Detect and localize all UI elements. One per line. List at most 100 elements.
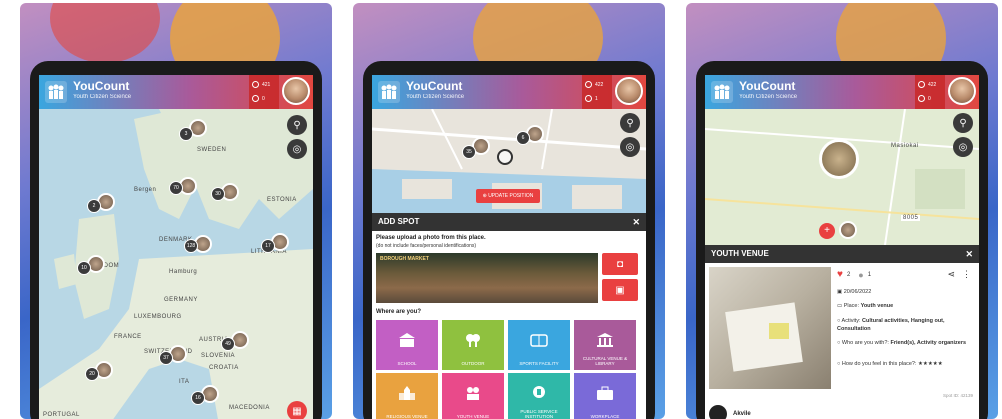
spot-id: Spot ID: 42139 <box>942 393 973 398</box>
close-icon[interactable]: ✕ <box>632 213 640 231</box>
public-service-icon <box>533 386 545 398</box>
binoculars-icon: ⚲ <box>626 117 634 129</box>
image-icon: ▣ <box>615 284 625 296</box>
where-prompt: Where are you? <box>376 309 422 315</box>
briefcase-icon <box>597 386 613 400</box>
binoculars-button[interactable]: ⚲ <box>620 113 640 133</box>
category-sports-facility[interactable]: SPORTS FACILITY <box>508 320 570 370</box>
notification-count: 0 <box>262 95 265 102</box>
nearby-spot-marker[interactable] <box>839 221 857 239</box>
rating-stars: ★★★★★ <box>918 361 943 367</box>
current-position-marker <box>497 149 513 165</box>
app-subtitle: Youth Citizen Science <box>73 94 132 100</box>
people-icon <box>467 387 479 400</box>
add-spot-button[interactable]: ▦ <box>287 401 307 419</box>
comment-icon[interactable]: ● <box>858 270 863 280</box>
app-title: YouCount <box>406 79 463 93</box>
binoculars-button[interactable]: ⚲ <box>287 115 307 135</box>
comment-count: 1 <box>867 271 872 278</box>
user-avatar[interactable] <box>948 77 976 105</box>
app-title: YouCount <box>73 79 130 93</box>
heart-icon[interactable]: ♥ <box>837 269 843 280</box>
spot-activity: ○ Activity: Cultural activities, Hanging… <box>837 318 945 332</box>
europe-map[interactable]: SWEDEN ESTONIA Bergen DENMARK LITHUANIA … <box>39 109 313 419</box>
spot-place: ▭ Place: Youth venue <box>837 303 894 309</box>
category-outdoor[interactable]: OUTDOOR <box>442 320 504 370</box>
screenshot-map-overview: YouCount Youth Citizen Science 421 0 SWE… <box>20 3 332 419</box>
user-stats[interactable]: 422 0 <box>915 75 945 109</box>
category-public-service[interactable]: PUBLIC SERVICE INSTITUTION <box>508 373 570 419</box>
stadium-icon <box>530 334 548 347</box>
map-label: SLOVENIA <box>201 353 236 359</box>
rural-map[interactable]: Masiokai 8005 ⚲ ◎ + <box>705 109 979 245</box>
tablet-frame: YouCount Youth Citizen Science 422 0 Mas… <box>696 61 988 419</box>
crosshair-icon: ◎ <box>958 141 968 153</box>
category-cultural-venue[interactable]: CULTURAL VENUE & LIBRARY <box>574 320 636 370</box>
app-header: YouCount Youth Citizen Science 422 0 <box>705 75 979 109</box>
more-menu-icon[interactable]: ⋮ <box>962 269 971 280</box>
crosshair-icon: ◎ <box>625 141 635 153</box>
points-icon <box>585 81 592 88</box>
app-subtitle: Youth Citizen Science <box>406 94 465 100</box>
grid-icon: ▦ <box>292 405 302 417</box>
category-workplace[interactable]: WORKPLACE <box>574 373 636 419</box>
app-header: YouCount Youth Citizen Science 421 0 <box>39 75 313 109</box>
update-position-button[interactable]: ⊕ UPDATE POSITION <box>476 189 540 203</box>
author-name[interactable]: Akvile <box>733 411 751 417</box>
upload-prompt: Please upload a photo from this place. <box>376 235 486 241</box>
points-icon <box>252 81 259 88</box>
app-screen: YouCount Youth Citizen Science 422 1 35 … <box>372 75 646 419</box>
folder-icon: ▭ <box>837 303 844 309</box>
add-button[interactable]: + <box>819 223 835 239</box>
app-screen: YouCount Youth Citizen Science 422 0 Mas… <box>705 75 979 419</box>
locate-button[interactable]: ◎ <box>287 139 307 159</box>
bell-icon <box>918 95 925 102</box>
city-map[interactable]: 35 6 ⚲ ◎ ⊕ UPDATE POSITION <box>372 109 646 213</box>
camera-button[interactable]: ◘ <box>602 253 638 275</box>
binoculars-icon: ⚲ <box>293 119 301 131</box>
category-religious-venue[interactable]: RELIGIOUS VENUE <box>376 373 438 419</box>
crosshair-icon: ◎ <box>292 143 302 155</box>
church-icon <box>399 386 415 400</box>
youcount-logo-icon <box>45 81 67 103</box>
category-youth-venue[interactable]: YOUTH VENUE <box>442 373 504 419</box>
author-avatar[interactable] <box>709 405 727 419</box>
tablet-frame: YouCount Youth Citizen Science 422 1 35 … <box>363 61 655 419</box>
add-spot-header: ADD SPOT ✕ <box>372 213 646 231</box>
notification-count: 1 <box>595 95 598 102</box>
bell-icon <box>585 95 592 102</box>
user-avatar[interactable] <box>615 77 643 105</box>
add-spot-form: Please upload a photo from this place. (… <box>372 231 646 419</box>
binoculars-button[interactable]: ⚲ <box>953 113 973 133</box>
plus-icon: + <box>824 225 830 236</box>
spot-detail: ♥ 2 ● 1 ⋖ ⋮ ▣ 20/06/2022 ▭ Place: Youth ve… <box>705 263 979 419</box>
school-icon <box>399 333 415 347</box>
map-label: FRANCE <box>114 334 142 340</box>
spot-date: ▣ 20/06/2022 <box>837 289 872 295</box>
locate-button[interactable]: ◎ <box>953 137 973 157</box>
youcount-logo-icon <box>378 81 400 103</box>
user-stats[interactable]: 421 0 <box>249 75 279 109</box>
camera-icon: ◘ <box>616 258 624 270</box>
map-label: ITA <box>179 379 190 385</box>
app-screen: YouCount Youth Citizen Science 421 0 SWE… <box>39 75 313 419</box>
close-icon[interactable]: ✕ <box>965 245 973 263</box>
spot-feeling: ○ How do you feel in this place?: ★★★★★ <box>837 361 943 367</box>
spot-photo-marker[interactable] <box>819 139 859 179</box>
user-stats[interactable]: 422 1 <box>582 75 612 109</box>
like-count: 2 <box>846 271 851 278</box>
category-school[interactable]: SCHOOL <box>376 320 438 370</box>
user-avatar[interactable] <box>282 77 310 105</box>
youth-venue-header: YOUTH VENUE ✕ <box>705 245 979 263</box>
uploaded-photo: BOROUGH MARKET <box>376 253 598 303</box>
spot-title: YOUTH VENUE <box>711 249 769 258</box>
photo-sign: BOROUGH MARKET <box>380 256 429 262</box>
points-count: 422 <box>928 81 937 88</box>
map-label: Bergen <box>134 187 157 193</box>
gallery-button[interactable]: ▣ <box>602 279 638 301</box>
locate-button[interactable]: ◎ <box>620 137 640 157</box>
map-label: MACEDONIA <box>229 405 270 411</box>
tablet-frame: YouCount Youth Citizen Science 421 0 SWE… <box>30 61 322 419</box>
share-icon[interactable]: ⋖ <box>947 269 955 280</box>
screenshot-add-spot: YouCount Youth Citizen Science 422 1 35 … <box>353 3 665 419</box>
